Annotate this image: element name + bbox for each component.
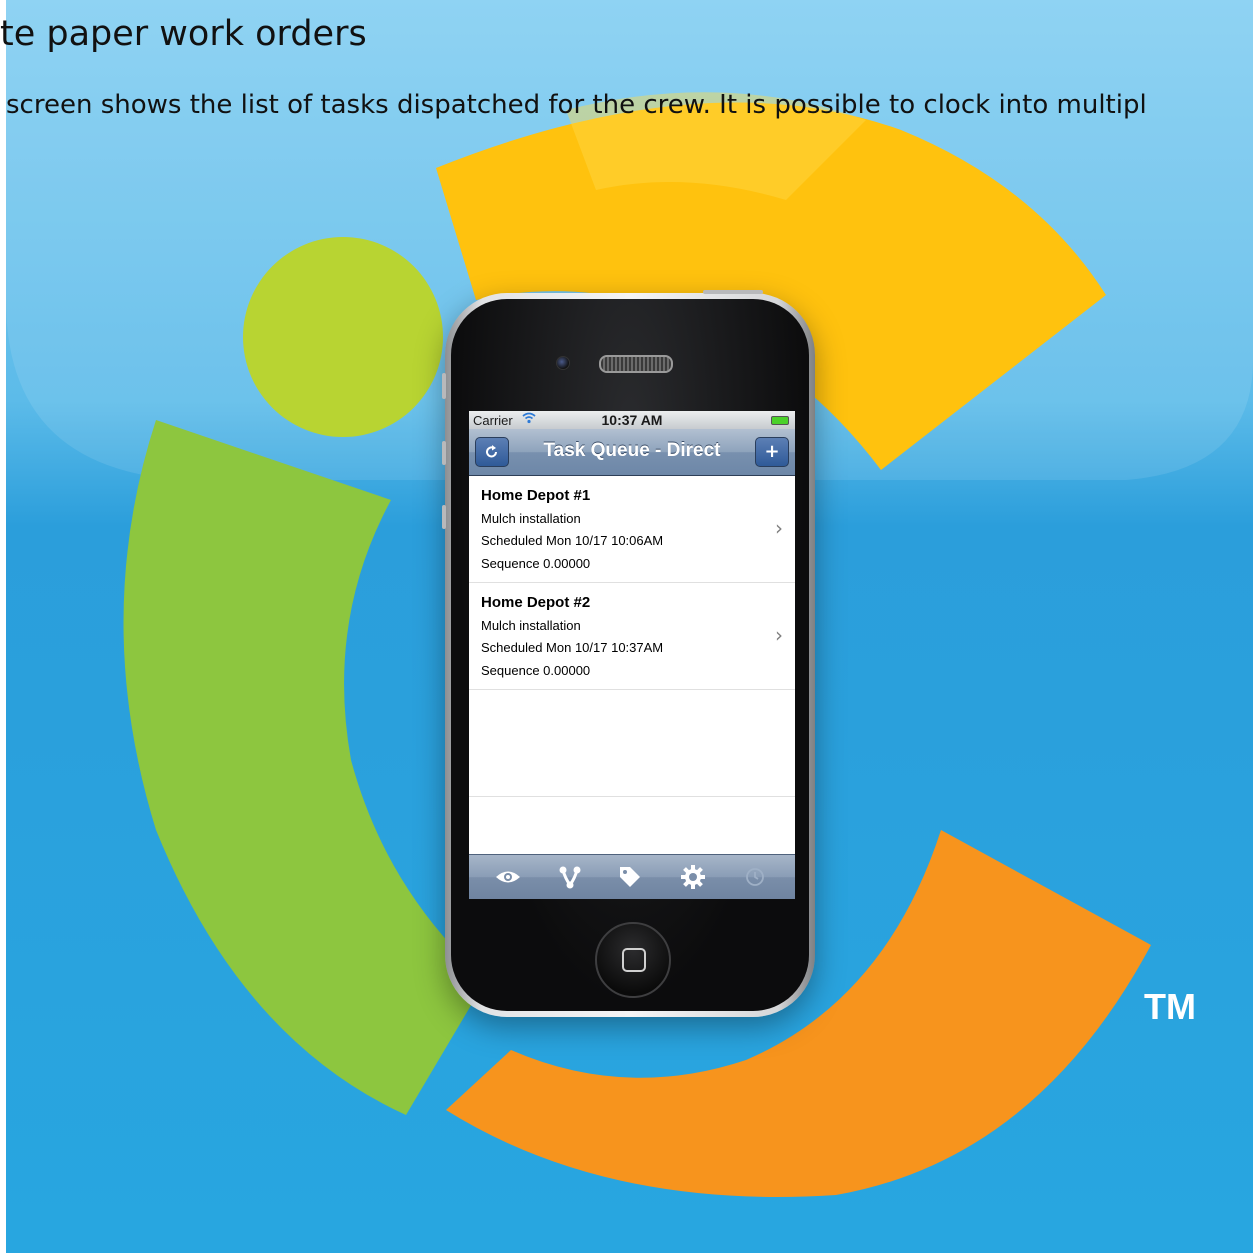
tab-timeclock[interactable] bbox=[724, 855, 786, 899]
front-camera bbox=[556, 356, 570, 370]
status-bar: Carrier 10:37 AM bbox=[469, 411, 795, 429]
home-button[interactable] bbox=[595, 922, 671, 998]
refresh-button[interactable] bbox=[475, 437, 509, 467]
earpiece-speaker bbox=[599, 355, 673, 373]
volume-down-button bbox=[442, 505, 446, 529]
tab-settings[interactable] bbox=[662, 855, 724, 899]
app-screen: Carrier 10:37 AM Task Queue - Direct + H… bbox=[469, 411, 795, 899]
sleep-button bbox=[703, 290, 763, 294]
phone-face: Carrier 10:37 AM Task Queue - Direct + H… bbox=[451, 299, 809, 1011]
tab-tags[interactable] bbox=[599, 855, 661, 899]
add-task-button[interactable]: + bbox=[755, 437, 789, 467]
chevron-right-icon: › bbox=[775, 623, 783, 647]
task-title: Home Depot #2 bbox=[481, 594, 591, 611]
nav-title: Task Queue - Direct bbox=[543, 440, 721, 461]
volume-up-button bbox=[442, 441, 446, 465]
mute-switch bbox=[442, 373, 446, 399]
status-time: 10:37 AM bbox=[601, 412, 663, 428]
iphone-frame: Carrier 10:37 AM Task Queue - Direct + H… bbox=[442, 290, 815, 1017]
tab-routes[interactable] bbox=[539, 855, 601, 899]
chevron-right-icon: › bbox=[775, 516, 783, 540]
tab-view[interactable] bbox=[477, 855, 539, 899]
task-subtitle: Mulch installation bbox=[481, 511, 581, 526]
task-row[interactable]: Home Depot #1 Mulch installation Schedul… bbox=[469, 476, 795, 583]
battery-icon bbox=[771, 416, 789, 425]
task-title: Home Depot #1 bbox=[481, 487, 591, 504]
task-scheduled: Scheduled Mon 10/17 10:37AM bbox=[481, 640, 664, 655]
page-heading: te paper work orders bbox=[0, 14, 367, 54]
task-sequence: Sequence 0.00000 bbox=[481, 663, 591, 678]
empty-list-row bbox=[469, 690, 795, 797]
task-subtitle: Mulch installation bbox=[481, 618, 581, 633]
task-scheduled: Scheduled Mon 10/17 10:06AM bbox=[481, 533, 664, 548]
green-dot-shape bbox=[243, 237, 443, 437]
home-square-icon bbox=[622, 948, 646, 972]
page-description: screen shows the list of tasks dispatche… bbox=[6, 90, 1147, 120]
refresh-icon bbox=[484, 444, 500, 465]
navigation-bar: Task Queue - Direct + bbox=[469, 429, 795, 476]
task-row[interactable]: Home Depot #2 Mulch installation Schedul… bbox=[469, 583, 795, 690]
tab-bar bbox=[469, 854, 795, 899]
task-sequence: Sequence 0.00000 bbox=[481, 556, 591, 571]
trademark-label: TM bbox=[1144, 986, 1196, 1027]
plus-icon: + bbox=[764, 441, 780, 462]
